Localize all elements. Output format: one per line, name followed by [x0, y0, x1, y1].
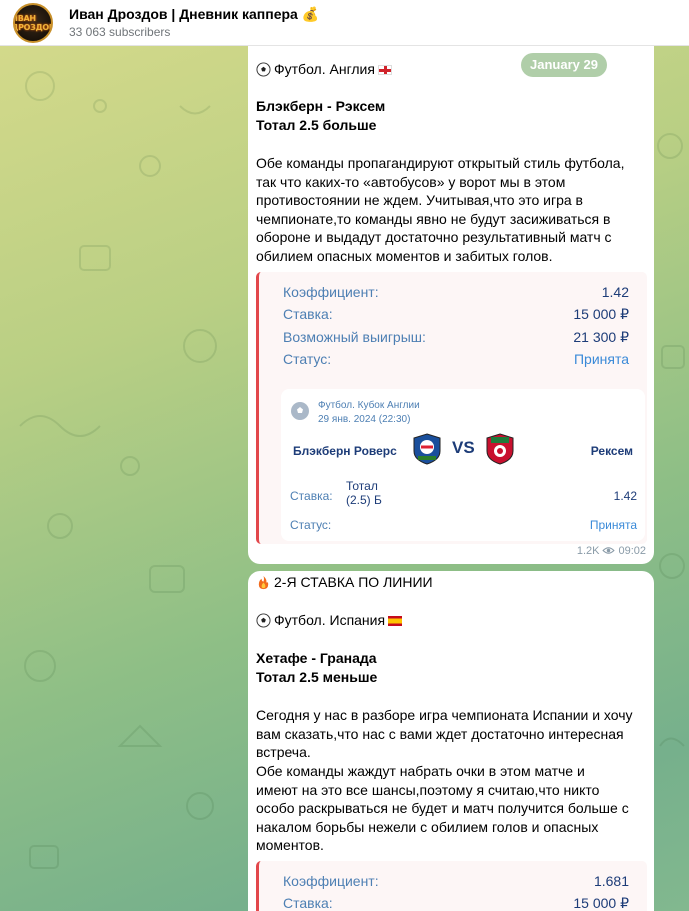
channel-header: ИВАН ДРОЗДОВ Иван Дроздов | Дневник капп…	[0, 0, 689, 46]
body-line: вам сказать,что нас с вами ждет достаточ…	[256, 726, 624, 742]
sport-line-text: Футбол. Англия	[274, 61, 375, 77]
sport-line: Футбол. Испания	[256, 611, 403, 630]
message-bubble: Футбол. Англия Блэкберн - Рэксем Тотал 2…	[248, 46, 654, 564]
market-title: Тотал 2.5 больше	[256, 117, 377, 133]
message-meta: 1.2K 09:02	[577, 542, 646, 561]
body-line: моментов.	[256, 837, 324, 853]
vs-label: VS	[452, 438, 475, 457]
coef-label: Коэффициент:	[283, 284, 379, 300]
avatar-logo: ИВАН ДРОЗДОВ	[13, 14, 53, 32]
subscriber-count: 33 063 subscribers	[69, 25, 171, 39]
win-value: 21 300 ₽	[573, 329, 629, 345]
body-line: чемпионате,то команды явно не будут заси…	[256, 211, 611, 227]
body-line: накалом борьбы нежели с обилием голов и …	[256, 819, 599, 835]
coef-label: Коэффициент:	[283, 873, 379, 889]
card-status-label: Статус:	[290, 518, 332, 532]
post-header-text: 2-Я СТАВКА ПО ЛИНИИ	[274, 574, 433, 590]
body-line: особо раскрываться не будет и матч получ…	[256, 800, 629, 816]
body-line: противостоянии не ждем. Учитывая,что это…	[256, 192, 583, 208]
stake-row: Ставка: 15 000 ₽	[283, 305, 629, 325]
body-line: обилием опасных моментов и забитых голов…	[256, 248, 553, 264]
coef-row: Коэффициент: 1.681	[283, 872, 629, 892]
stake-value: 15 000 ₽	[573, 895, 629, 911]
spain-flag-icon	[388, 616, 403, 627]
card-status-value: Принята	[589, 518, 637, 532]
match-title: Блэкберн - Рэксем	[256, 98, 386, 114]
soccer-ball-icon	[291, 402, 309, 420]
stake-value: 15 000 ₽	[573, 306, 629, 322]
team-b-name: Рексем	[590, 444, 633, 458]
message-bubble: 2-Я СТАВКА ПО ЛИНИИ Футбол. Испания Хета…	[248, 571, 654, 911]
status-value: Принята	[573, 351, 629, 367]
match-datetime: 29 янв. 2024 (22:30)	[318, 414, 411, 425]
body-line: Обе команды жаждут набрать очки в этом м…	[256, 763, 585, 779]
body-line: Сегодня у нас в разборе игра чемпионата …	[256, 707, 633, 723]
market-title: Тотал 2.5 меньше	[256, 669, 378, 685]
team-a-name: Блэкберн Роверс	[293, 444, 397, 458]
blackburn-crest-icon	[413, 433, 441, 465]
card-market: Тотал (2.5) Б	[346, 479, 382, 507]
date-separator: January 29	[521, 53, 607, 77]
match-title: Хетафе - Гранада	[256, 650, 377, 666]
bet-slip: Коэффициент: 1.681 Ставка: 15 000 ₽	[256, 861, 647, 911]
stake-label: Ставка:	[283, 306, 333, 322]
stake-row: Ставка: 15 000 ₽	[283, 894, 629, 911]
channel-avatar[interactable]: ИВАН ДРОЗДОВ	[13, 3, 53, 43]
bet-card[interactable]: Футбол. Кубок Англии 29 янв. 2024 (22:30…	[281, 389, 645, 541]
message-time: 09:02	[618, 544, 646, 557]
card-stake-label: Ставка:	[290, 489, 333, 503]
status-row: Статус: Принята	[283, 350, 629, 370]
wrexham-crest-icon	[486, 433, 514, 465]
card-odds: 1.42	[613, 489, 637, 503]
body-line: Обе команды пропагандируют открытый стил…	[256, 155, 625, 171]
sport-line-text: Футбол. Испания	[274, 612, 386, 628]
england-flag-icon	[377, 65, 392, 76]
coef-value: 1.681	[593, 873, 629, 889]
stake-label: Ставка:	[283, 895, 333, 911]
chat-area[interactable]: January 29 Футбол. Англия Блэкберн - Рэк…	[0, 46, 689, 911]
view-count: 1.2K	[576, 544, 600, 557]
post-header: 2-Я СТАВКА ПО ЛИНИИ	[256, 573, 433, 592]
win-row: Возможный выигрыш: 21 300 ₽	[283, 328, 629, 348]
card-market-line2: (2.5) Б	[346, 493, 382, 507]
win-label: Возможный выигрыш:	[283, 329, 426, 345]
card-market-line1: Тотал	[346, 479, 378, 493]
body-line: имеют на это все шансы,поэтому я считаю,…	[256, 782, 600, 798]
body-line: так что каких-то «автобусов» у ворот мы …	[256, 174, 566, 190]
body-line: встреча.	[256, 744, 311, 760]
eye-icon	[602, 547, 616, 554]
bet-slip: Коэффициент: 1.42 Ставка: 15 000 ₽ Возмо…	[256, 272, 647, 544]
fire-icon	[258, 575, 269, 590]
sport-line: Футбол. Англия	[256, 60, 392, 79]
channel-title[interactable]: Иван Дроздов | Дневник каппера 💰	[69, 6, 319, 23]
coef-value: 1.42	[601, 284, 629, 300]
status-label: Статус:	[283, 351, 332, 367]
coef-row: Коэффициент: 1.42	[283, 283, 629, 303]
soccer-ball-icon	[256, 62, 271, 77]
body-line: обороне и выдадут достаточно результатив…	[256, 229, 612, 245]
soccer-ball-icon	[256, 613, 271, 628]
